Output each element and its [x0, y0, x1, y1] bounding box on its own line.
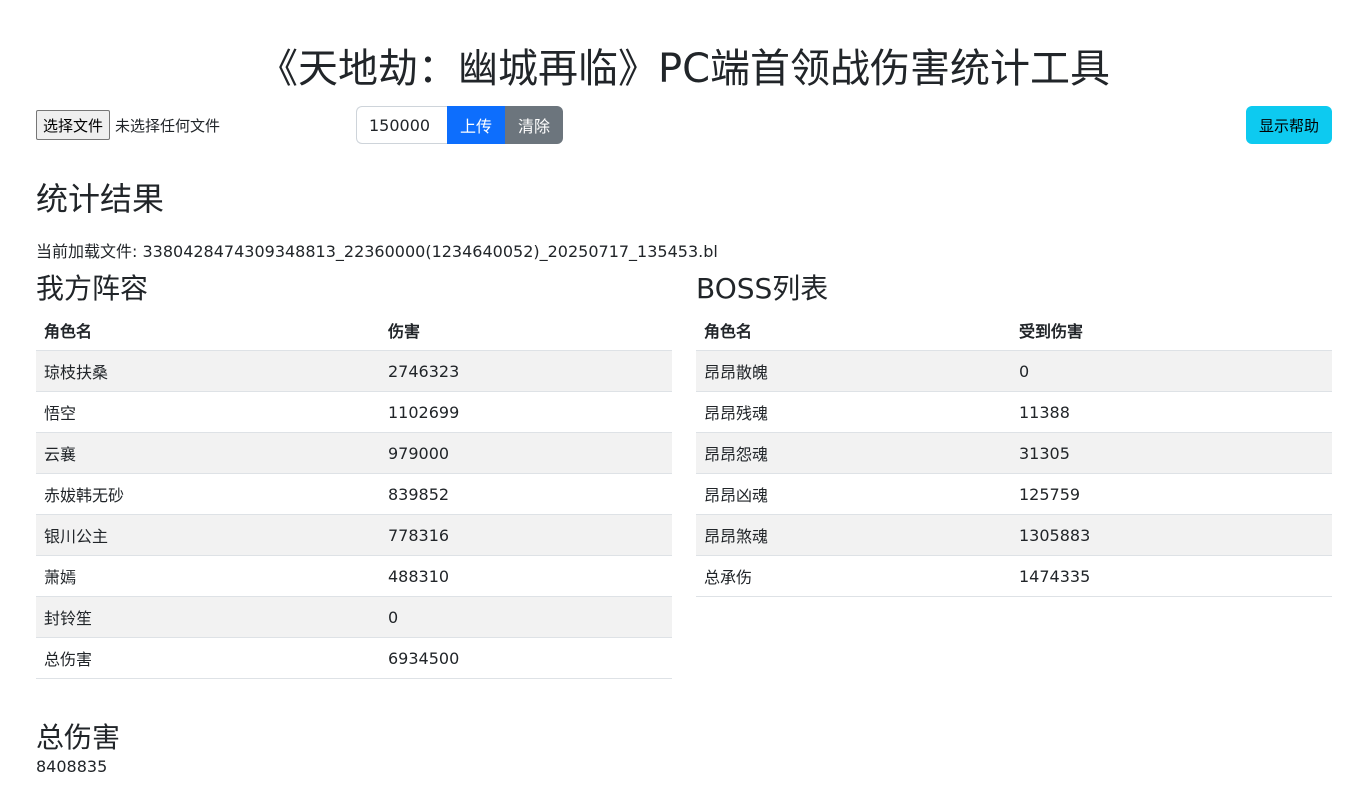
team-member-name: 封铃笙: [36, 596, 380, 638]
boss-title: BOSS列表: [696, 272, 829, 305]
team-member-damage: 839852: [380, 473, 672, 515]
team-col-name: 角色名: [36, 310, 380, 351]
table-row: 银川公主 778316: [36, 514, 672, 556]
boss-damage-taken: 1305883: [1011, 514, 1332, 556]
team-section: 我方阵容 角色名 伤害 琼枝扶桑 2746323 悟空 1102699 云襄 9790…: [36, 272, 672, 679]
team-member-name: 赤妭韩无砂: [36, 473, 380, 515]
team-total-label: 总伤害: [36, 637, 380, 679]
boss-col-damage-taken: 受到伤害: [1011, 310, 1332, 351]
table-row: 悟空 1102699: [36, 391, 672, 433]
team-member-damage: 0: [380, 596, 672, 638]
boss-damage-taken: 125759: [1011, 473, 1332, 515]
loaded-file-text: 当前加载文件: 3380428474309348813_22360000(123…: [36, 242, 718, 261]
boss-table-header-row: 角色名 受到伤害: [696, 310, 1332, 351]
team-member-damage: 2746323: [380, 350, 672, 392]
boss-damage-taken: 11388: [1011, 391, 1332, 433]
total-damage-value: 8408835: [36, 757, 108, 776]
boss-name: 昂昂煞魂: [696, 514, 1011, 556]
boss-table: 角色名 受到伤害 昂昂散魄 0 昂昂残魂 11388 昂昂怨魂 31305 昂昂凶魂 1…: [696, 310, 1332, 597]
boss-total-row: 总承伤 1474335: [696, 555, 1332, 597]
results-title: 统计结果: [36, 180, 165, 218]
team-total-value: 6934500: [380, 637, 672, 679]
boss-name: 昂昂怨魂: [696, 432, 1011, 474]
boss-name: 昂昂散魄: [696, 350, 1011, 392]
team-member-damage: 778316: [380, 514, 672, 556]
boss-total-label: 总承伤: [696, 555, 1011, 597]
team-member-name: 琼枝扶桑: [36, 350, 380, 392]
table-row: 琼枝扶桑 2746323: [36, 350, 672, 392]
table-row: 昂昂残魂 11388: [696, 391, 1332, 433]
table-row: 云襄 979000: [36, 432, 672, 474]
team-member-damage: 488310: [380, 555, 672, 597]
table-row: 昂昂煞魂 1305883: [696, 514, 1332, 556]
boss-col-name: 角色名: [696, 310, 1011, 351]
team-total-row: 总伤害 6934500: [36, 637, 672, 679]
total-damage-title: 总伤害: [36, 721, 121, 754]
table-row: 昂昂散魄 0: [696, 350, 1332, 392]
toolbar: 选择文件 未选择任何文件 上传 清除 显示帮助: [36, 106, 1332, 154]
table-row: 赤妭韩无砂 839852: [36, 473, 672, 515]
boss-damage-taken: 31305: [1011, 432, 1332, 474]
upload-group: 上传 清除: [356, 106, 564, 144]
team-member-name: 云襄: [36, 432, 380, 474]
team-table: 角色名 伤害 琼枝扶桑 2746323 悟空 1102699 云襄 979000 赤妭…: [36, 310, 672, 679]
tables-row: 我方阵容 角色名 伤害 琼枝扶桑 2746323 悟空 1102699 云襄 9790…: [36, 272, 1332, 679]
table-row: 萧嫣 488310: [36, 555, 672, 597]
boss-damage-taken: 0: [1011, 350, 1332, 392]
table-row: 昂昂怨魂 31305: [696, 432, 1332, 474]
team-table-header-row: 角色名 伤害: [36, 310, 672, 351]
boss-total-value: 1474335: [1011, 555, 1332, 597]
boss-name: 昂昂残魂: [696, 391, 1011, 433]
file-status: 未选择任何文件: [115, 116, 221, 135]
threshold-input[interactable]: [356, 106, 447, 144]
table-row: 封铃笙 0: [36, 596, 672, 638]
clear-button[interactable]: 清除: [505, 106, 564, 144]
team-col-damage: 伤害: [380, 310, 672, 351]
file-picker: 选择文件 未选择任何文件: [36, 106, 220, 144]
team-member-damage: 979000: [380, 432, 672, 474]
team-member-name: 银川公主: [36, 514, 380, 556]
choose-file-button[interactable]: 选择文件: [36, 110, 111, 140]
table-row: 昂昂凶魂 125759: [696, 473, 1332, 515]
app-container: 《天地劫：幽城再临》PC端首领战伤害统计工具 选择文件 未选择任何文件 上传 清…: [36, 0, 1332, 779]
upload-button[interactable]: 上传: [447, 106, 506, 144]
show-help-button[interactable]: 显示帮助: [1245, 106, 1332, 144]
boss-name: 昂昂凶魂: [696, 473, 1011, 515]
team-title: 我方阵容: [36, 272, 149, 305]
team-member-name: 萧嫣: [36, 555, 380, 597]
page-title: 《天地劫：幽城再临》PC端首领战伤害统计工具: [257, 46, 1111, 92]
team-member-damage: 1102699: [380, 391, 672, 433]
team-member-name: 悟空: [36, 391, 380, 433]
boss-section: BOSS列表 角色名 受到伤害 昂昂散魄 0 昂昂残魂 11388 昂昂怨魂 3130…: [696, 272, 1332, 679]
